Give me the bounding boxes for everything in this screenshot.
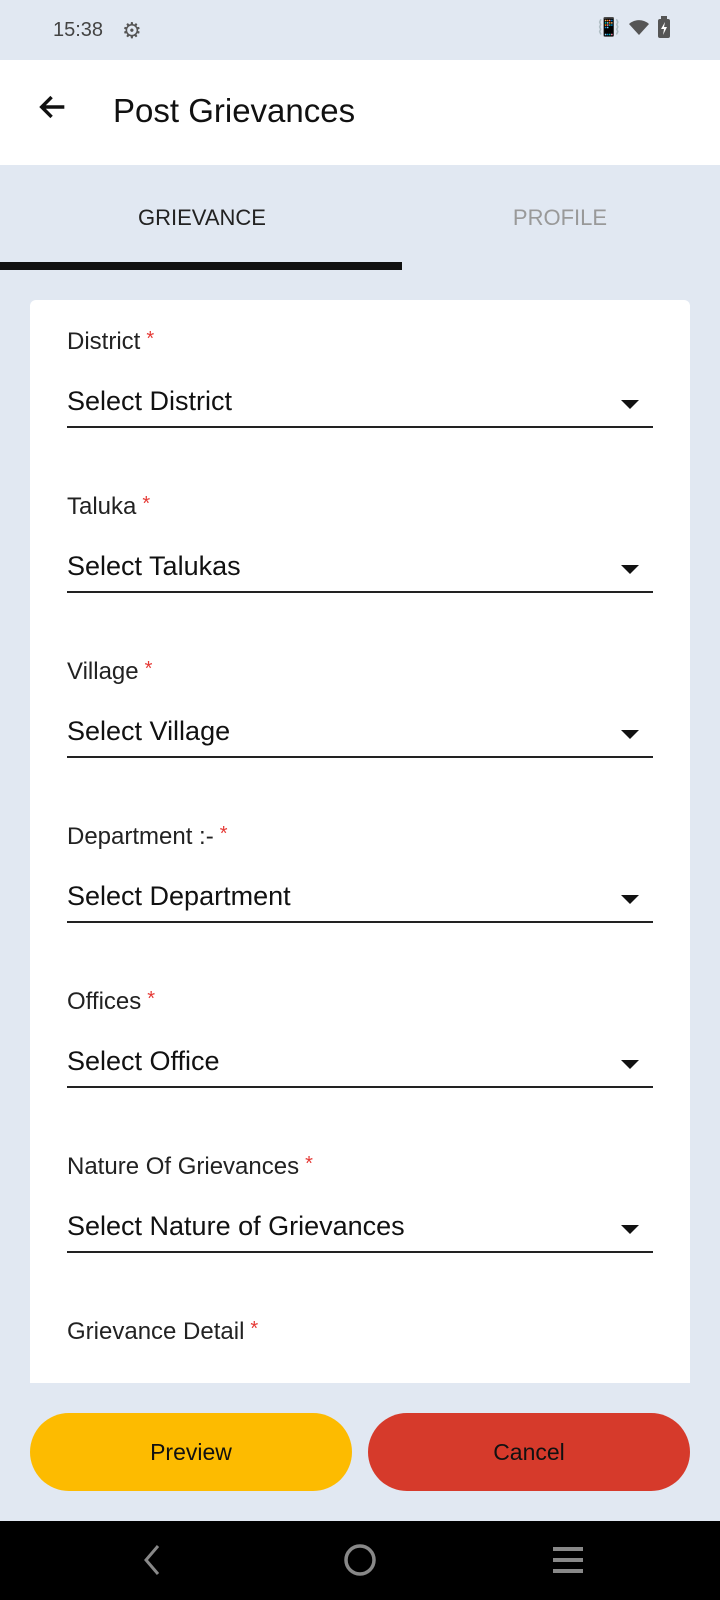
field-label: Village	[67, 658, 139, 685]
caret-down-icon	[621, 1060, 639, 1069]
home-nav-icon[interactable]	[343, 1543, 377, 1577]
status-bar: 15:38 ⚙ 📳	[0, 0, 720, 60]
field-label: Grievance Detail	[67, 1318, 245, 1345]
tab-indicator	[0, 262, 402, 270]
grievance-detail-field: Grievance Detail *	[67, 1318, 653, 1346]
tab-profile[interactable]: PROFILE	[380, 205, 720, 231]
dropdown-value: Select District	[67, 386, 233, 416]
required-mark: *	[146, 328, 155, 350]
grievance-form-card: District * Select District Taluka * Select…	[30, 300, 690, 1383]
caret-down-icon	[621, 730, 639, 739]
app-bar: Post Grievances	[0, 60, 720, 165]
system-nav-bar	[0, 1521, 720, 1600]
village-dropdown[interactable]: Select Village	[67, 716, 653, 758]
cancel-button[interactable]: Cancel	[368, 1413, 690, 1491]
caret-down-icon	[621, 1225, 639, 1234]
recents-nav-icon[interactable]	[551, 1543, 585, 1577]
vibrate-icon: 📳	[597, 16, 620, 37]
taluka-dropdown[interactable]: Select Talukas	[67, 551, 653, 593]
dropdown-value: Select Department	[67, 881, 291, 911]
department-dropdown[interactable]: Select Department	[67, 881, 653, 923]
battery-charging-icon	[658, 16, 670, 38]
tab-grievance[interactable]: GRIEVANCE	[22, 205, 382, 231]
district-dropdown[interactable]: Select District	[67, 386, 653, 428]
caret-down-icon	[621, 565, 639, 574]
back-nav-icon[interactable]	[140, 1543, 164, 1577]
dropdown-value: Select Talukas	[67, 551, 241, 581]
taluka-field: Taluka * Select Talukas	[67, 493, 653, 593]
district-field: District * Select District	[67, 328, 653, 428]
field-label: Department :-	[67, 823, 214, 850]
offices-field: Offices * Select Office	[67, 988, 653, 1088]
status-time: 15:38	[53, 19, 104, 41]
dropdown-value: Select Nature of Grievances	[67, 1211, 405, 1241]
field-label: Offices	[67, 988, 142, 1015]
field-label: District	[67, 328, 141, 355]
preview-button[interactable]: Preview	[30, 1413, 352, 1491]
field-label: Taluka	[67, 493, 137, 520]
department-field: Department :- * Select Department	[67, 823, 653, 923]
page-title: Post Grievances	[113, 92, 356, 129]
dropdown-value: Select Office	[67, 1046, 220, 1076]
required-mark: *	[144, 658, 153, 680]
wifi-icon	[629, 20, 649, 35]
offices-dropdown[interactable]: Select Office	[67, 1046, 653, 1088]
required-mark: *	[142, 493, 151, 515]
nature-field: Nature Of Grievances * Select Nature of G…	[67, 1153, 653, 1253]
settings-gear-icon: ⚙	[122, 18, 142, 43]
arrow-left-icon[interactable]	[36, 90, 70, 124]
caret-down-icon	[621, 895, 639, 904]
nature-dropdown[interactable]: Select Nature of Grievances	[67, 1211, 653, 1253]
required-mark: *	[305, 1153, 313, 1175]
required-mark: *	[147, 988, 156, 1010]
dropdown-value: Select Village	[67, 716, 231, 746]
field-label: Nature Of Grievances	[67, 1153, 300, 1180]
required-mark: *	[219, 823, 228, 845]
village-field: Village * Select Village	[67, 658, 653, 758]
caret-down-icon	[621, 400, 639, 409]
required-mark: *	[250, 1318, 259, 1340]
